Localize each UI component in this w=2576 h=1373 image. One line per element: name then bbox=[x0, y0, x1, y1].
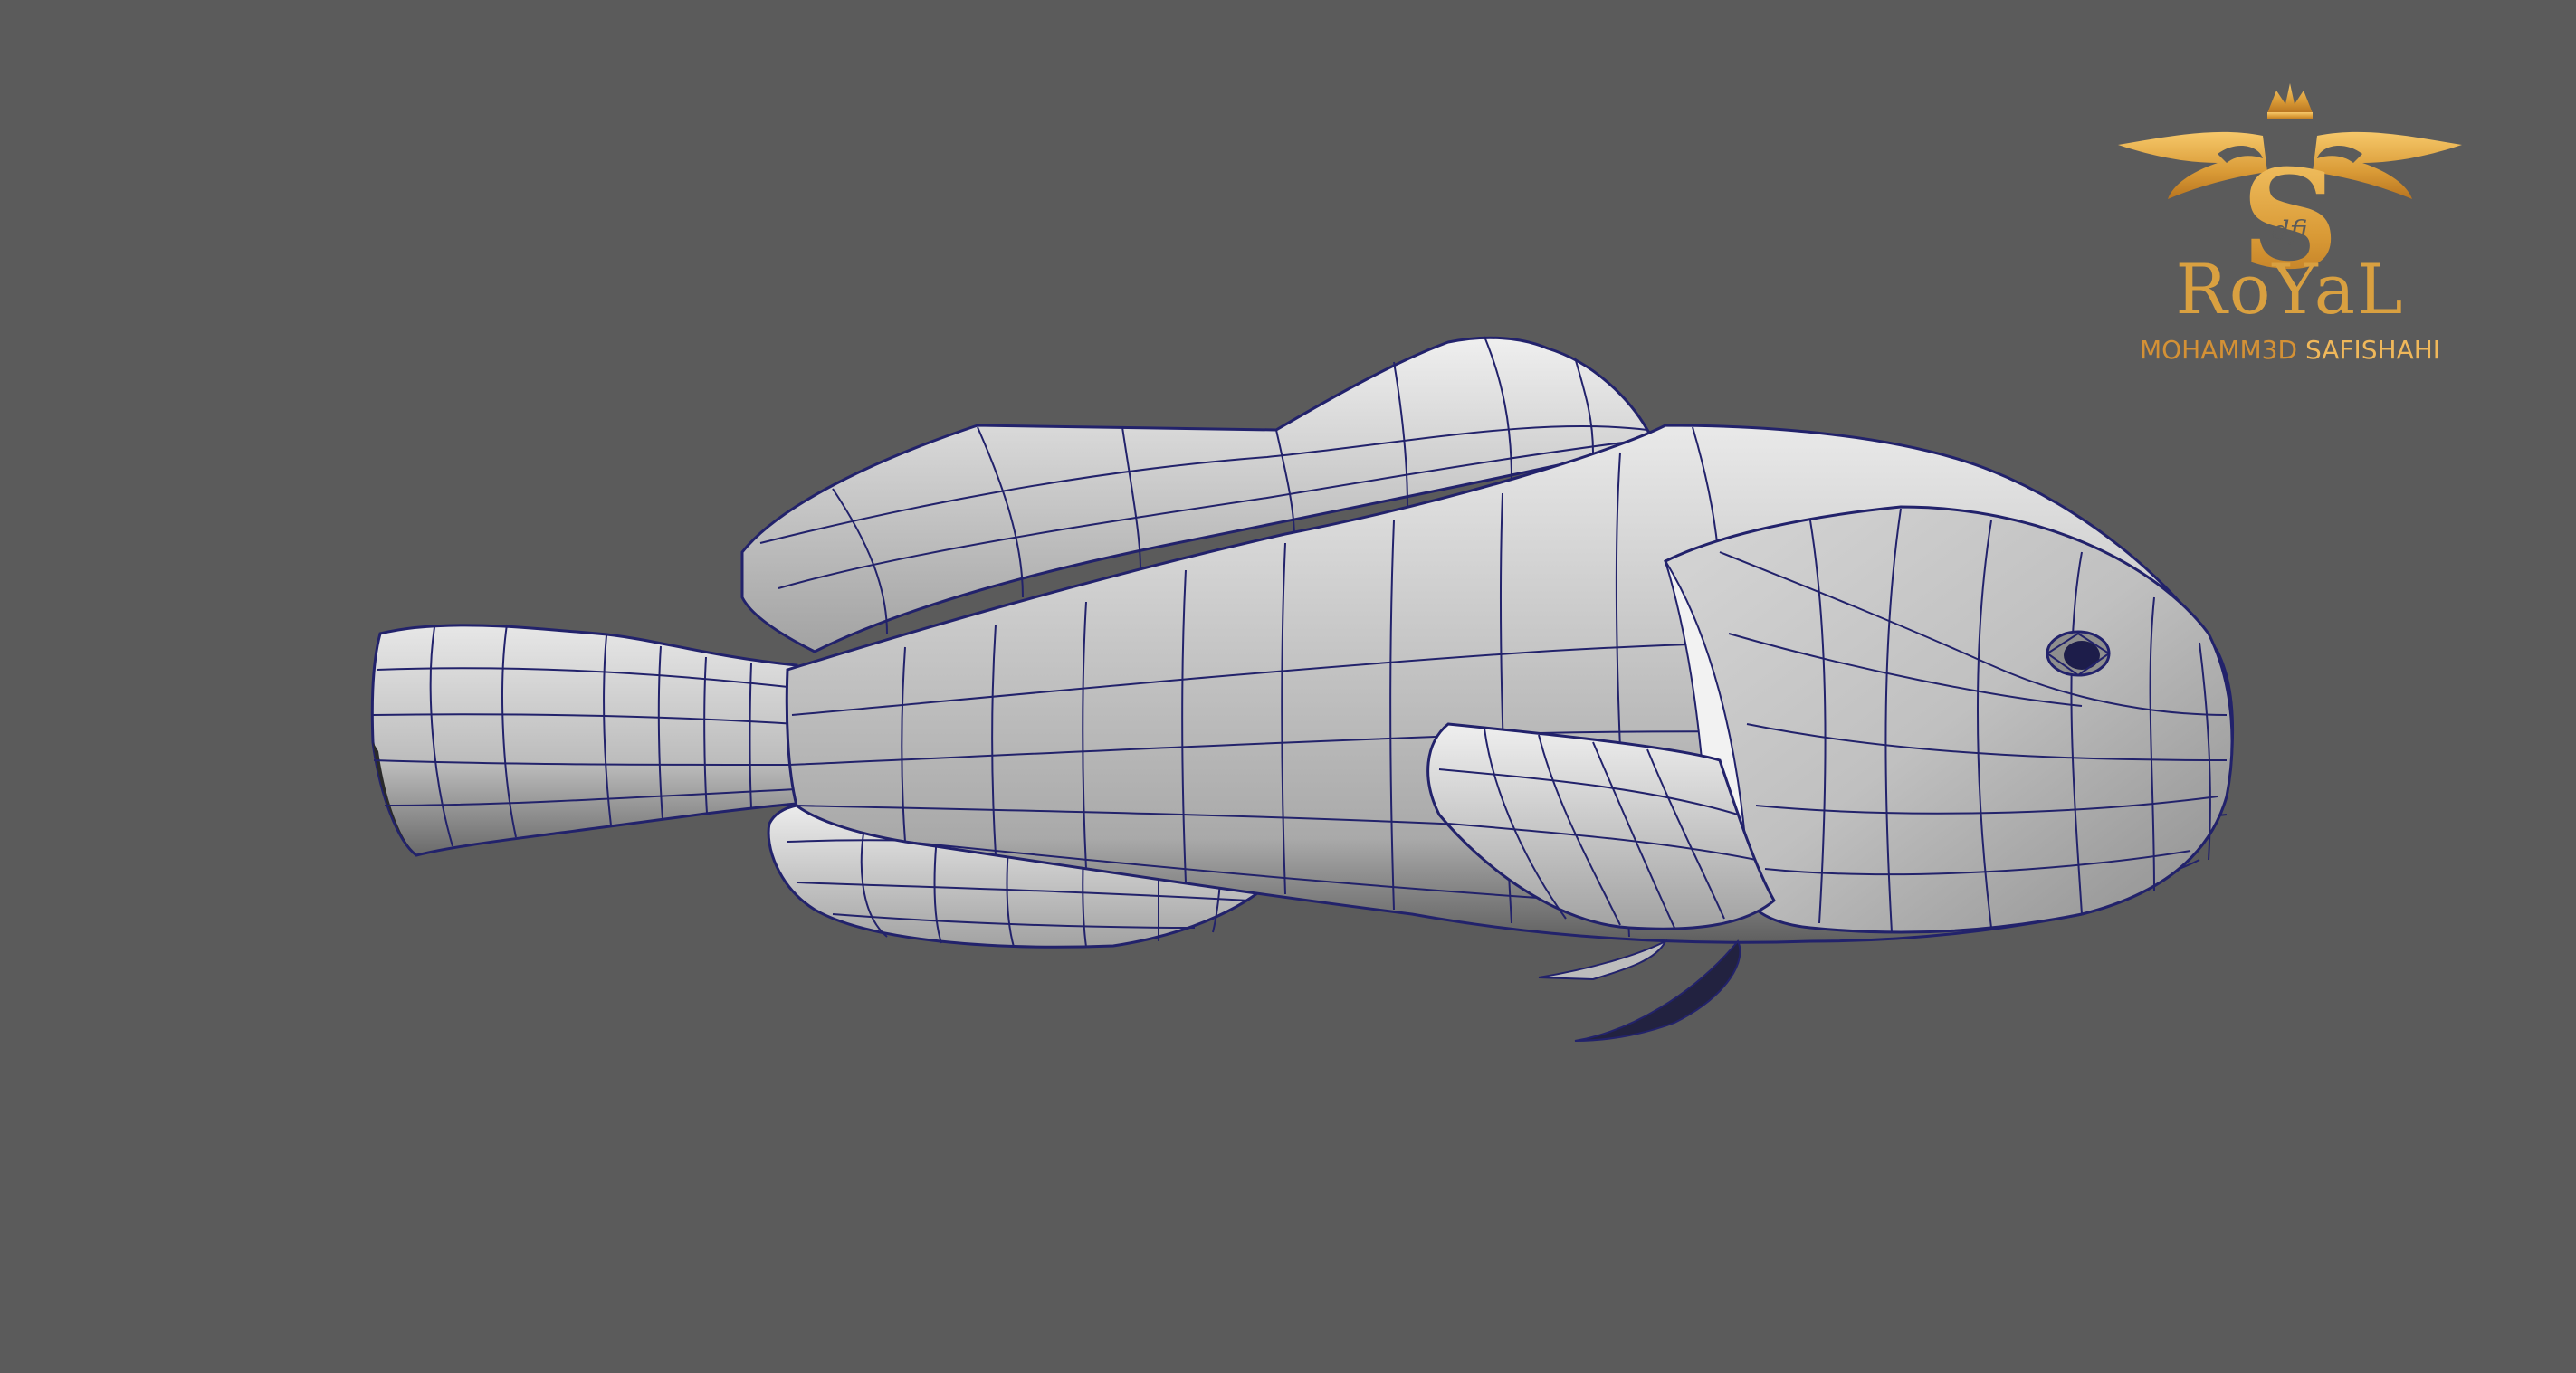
watermark-subtitle-first: MOHAMM3D bbox=[2139, 335, 2298, 365]
emblem-monogram: dfi bbox=[2272, 215, 2307, 247]
pelvic-fins bbox=[1538, 939, 1741, 1042]
watermark-subtitle-second: SAFISHAHI bbox=[2304, 335, 2441, 365]
watermark-subtitle: MOHAMM3D SAFISHAHI bbox=[2082, 335, 2498, 366]
royal-watermark-logo: S dfi RoYaL MOHAMM3D SAFISHAHI bbox=[2082, 72, 2498, 380]
watermark-title: RoYaL bbox=[2175, 249, 2405, 329]
tail-fin bbox=[370, 624, 798, 857]
viewport[interactable]: S dfi RoYaL MOHAMM3D SAFISHAHI bbox=[0, 0, 2576, 1373]
eye bbox=[2046, 630, 2111, 677]
